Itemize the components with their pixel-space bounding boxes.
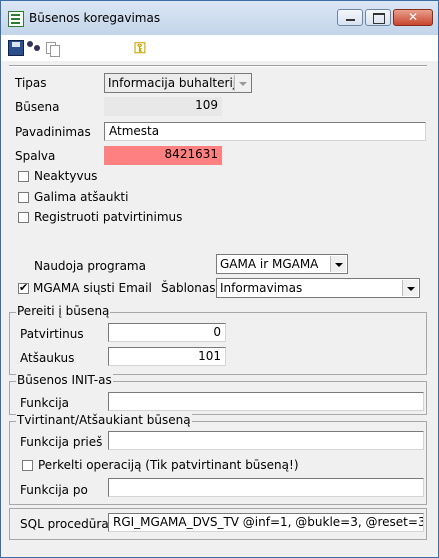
key-icon[interactable]: ⚿ [132, 40, 148, 56]
title-bar[interactable]: Būsenos koregavimas ✕ [1, 1, 438, 35]
init-group-title: Būsenos INIT-as [16, 373, 113, 387]
spalva-label: Spalva [15, 149, 56, 163]
window-title: Būsenos koregavimas [29, 11, 161, 25]
users-icon[interactable] [26, 40, 42, 56]
funkcija-pries-input[interactable] [108, 431, 424, 450]
funkcija-po-input[interactable] [108, 478, 424, 497]
registruoti-checkbox[interactable] [18, 212, 29, 223]
perkelti-label: Perkelti operaciją (Tik patvirtinant būs… [38, 458, 299, 472]
busena-field: 109 [104, 97, 222, 116]
copy-icon[interactable] [45, 40, 61, 57]
galima-atsaukti-label: Galima atšaukti [34, 190, 129, 204]
init-funkcija-label: Funkcija [20, 396, 70, 410]
tipas-value: Informacija buhalterijai [108, 76, 247, 90]
chevron-down-icon [234, 75, 250, 91]
tipas-select[interactable]: Informacija buhalterijai [104, 73, 252, 93]
edit-status-window: Būsenos koregavimas ✕ ⚿ Tipas Informacij… [0, 0, 439, 558]
neaktyvus-checkbox[interactable] [18, 171, 29, 182]
patvirtinus-label: Patvirtinus [20, 327, 84, 341]
naudoja-programa-label: Naudoja programa [34, 259, 146, 273]
close-icon: ✕ [407, 10, 419, 24]
minimize-button[interactable] [337, 9, 363, 26]
sablonas-select[interactable]: Informavimas [216, 278, 420, 298]
atsaukus-label: Atšaukus [20, 351, 75, 365]
galima-atsaukti-checkbox[interactable] [18, 192, 29, 203]
naudoja-programa-select[interactable]: GAMA ir MGAMA [216, 254, 348, 274]
registruoti-label: Registruoti patvirtinimus [34, 210, 183, 224]
pavadinimas-label: Pavadinimas [15, 125, 91, 139]
funkcija-po-label: Funkcija po [20, 483, 88, 497]
funkcija-pries-label: Funkcija prieš [20, 435, 103, 449]
close-button[interactable]: ✕ [393, 9, 433, 26]
perkelti-checkbox[interactable] [22, 460, 33, 471]
tipas-label: Tipas [15, 76, 47, 90]
init-funkcija-input[interactable] [108, 392, 424, 411]
spalva-color-field[interactable]: 8421631 [104, 146, 222, 165]
pereiti-group-title: Pereiti į būseną [16, 304, 111, 318]
patvirtinus-input[interactable]: 0 [108, 323, 226, 342]
neaktyvus-label: Neaktyvus [34, 169, 98, 183]
mgama-email-checkbox[interactable] [18, 281, 29, 294]
chevron-down-icon [330, 256, 346, 272]
sql-input[interactable]: RGI_MGAMA_DVS_TV @inf=1, @bukle=3, @rese… [108, 513, 424, 532]
mgama-email-label: MGAMA siųsti Email [33, 281, 152, 295]
maximize-button[interactable] [365, 9, 391, 26]
toolbar-divider [9, 65, 427, 67]
chevron-down-icon [402, 280, 418, 296]
sablonas-value: Informavimas [220, 281, 303, 295]
naudoja-programa-value: GAMA ir MGAMA [220, 257, 319, 271]
sql-label: SQL procedūra [20, 517, 109, 531]
app-icon [8, 11, 24, 27]
toolbar: ⚿ [1, 35, 438, 61]
busena-label: Būsena [15, 100, 60, 114]
tvirtinant-group-title: Tvirtinant/Atšaukiant būseną [16, 413, 192, 427]
pavadinimas-input[interactable]: Atmesta [104, 122, 426, 141]
save-icon[interactable] [8, 40, 24, 56]
sablonas-label: Šablonas [161, 281, 216, 295]
atsaukus-input[interactable]: 101 [108, 347, 226, 366]
